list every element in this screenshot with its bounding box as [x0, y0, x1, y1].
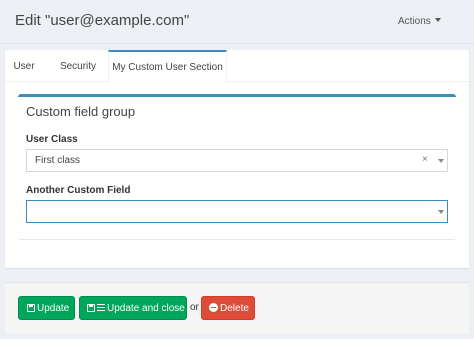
tab-security[interactable]: Security	[50, 50, 106, 82]
edit-panel: User Security My Custom User Section Cus…	[5, 50, 469, 268]
form-actions-footer: Update Update and close or Delete	[5, 282, 469, 334]
page-header: Edit "user@example.com" Actions	[0, 0, 474, 44]
update-button[interactable]: Update	[18, 296, 75, 320]
user-class-value: First class	[35, 155, 80, 166]
tab-user[interactable]: User	[5, 50, 43, 82]
custom-field-group-box: Custom field group User Class First clas…	[18, 94, 456, 240]
caret-down-icon	[434, 18, 441, 22]
update-and-close-label: Update and close	[107, 303, 185, 314]
update-and-close-button[interactable]: Update and close	[79, 296, 187, 320]
user-class-select[interactable]: First class ×	[26, 149, 448, 172]
user-class-label: User Class	[26, 134, 78, 145]
delete-button[interactable]: Delete	[201, 296, 255, 320]
tab-bar: User Security My Custom User Section	[5, 50, 469, 82]
clear-icon[interactable]: ×	[422, 154, 428, 165]
group-title: Custom field group	[26, 104, 136, 119]
chevron-down-icon	[438, 210, 444, 214]
or-separator: or	[190, 302, 199, 313]
actions-dropdown[interactable]: Actions	[398, 16, 441, 27]
another-custom-field-label: Another Custom Field	[26, 185, 131, 196]
list-icon	[97, 304, 105, 312]
another-custom-field-select[interactable]	[26, 200, 448, 223]
minus-circle-icon	[209, 303, 218, 312]
page-title: Edit "user@example.com"	[15, 12, 190, 29]
chevron-down-icon	[438, 159, 444, 163]
actions-label: Actions	[398, 16, 431, 27]
save-icon	[87, 304, 95, 312]
delete-button-label: Delete	[220, 303, 249, 314]
tab-my-custom-user-section[interactable]: My Custom User Section	[108, 50, 227, 82]
save-icon	[27, 304, 35, 312]
update-button-label: Update	[37, 303, 70, 314]
